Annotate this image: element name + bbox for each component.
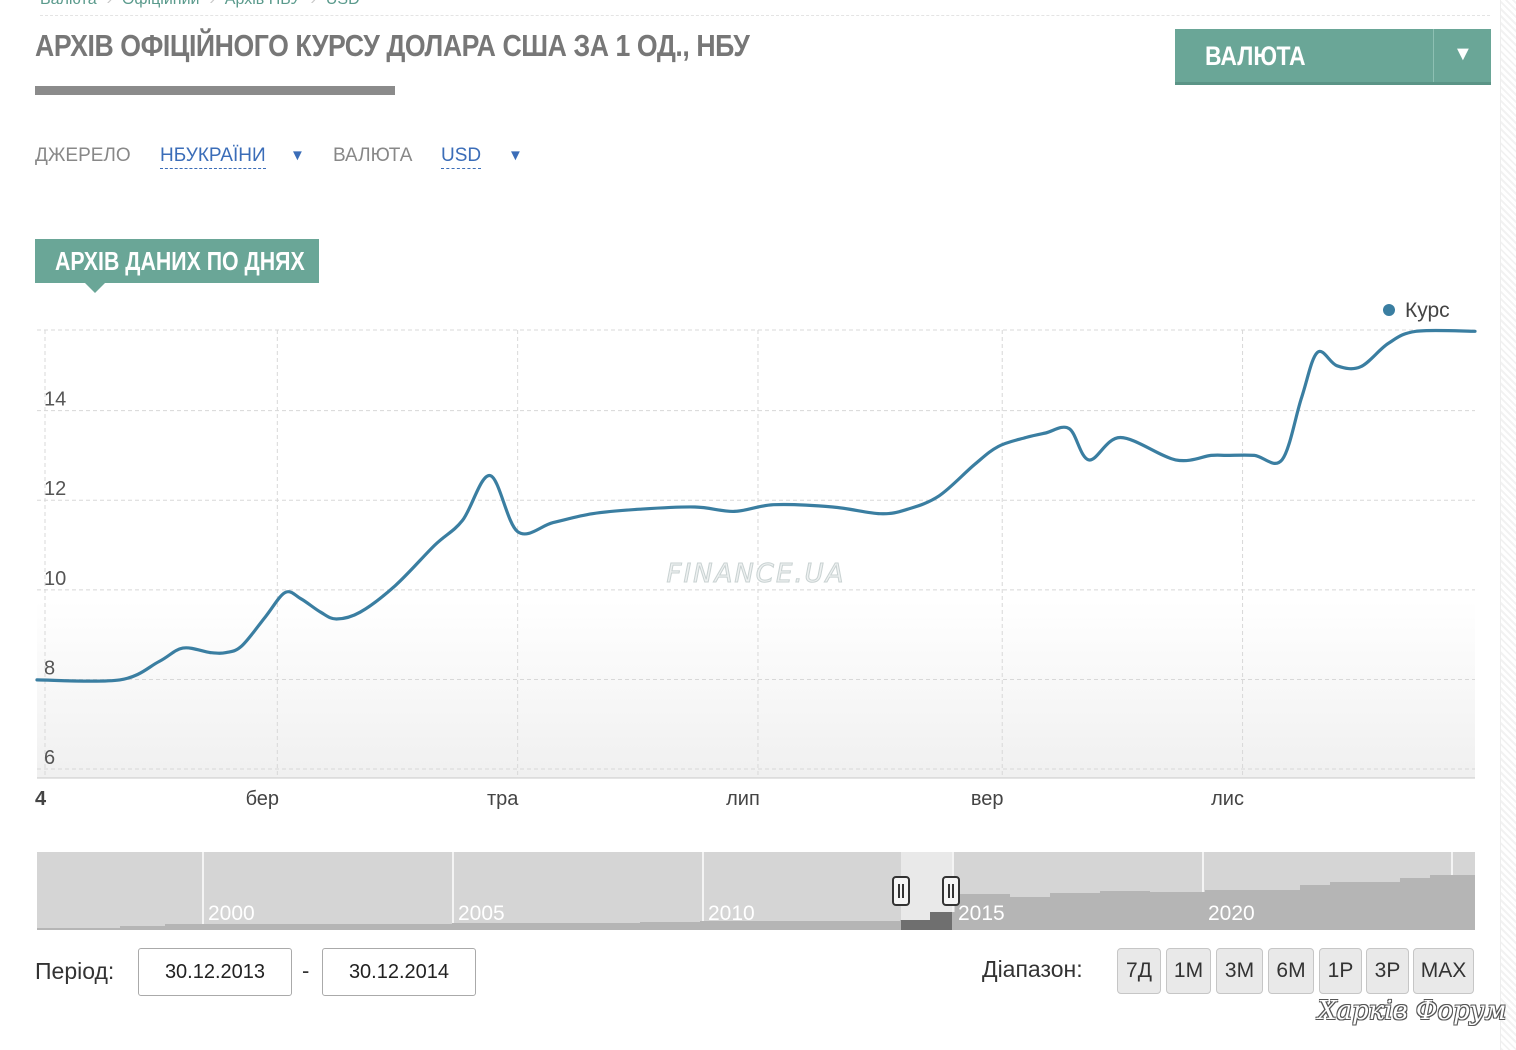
chevron-down-icon: ▼ (1453, 43, 1473, 65)
navigator-year-label: 2015 (958, 902, 1005, 925)
x-tick-label: тра (487, 788, 519, 810)
range-button-6m[interactable]: 6М (1268, 948, 1314, 994)
period-to-input[interactable]: 30.12.2014 (322, 948, 476, 996)
source-chevron-down-icon[interactable]: ▼ (290, 147, 305, 164)
range-navigator[interactable]: 2000 2005 2010 2015 2020 (0, 850, 1500, 935)
breadcrumb-item-nbu-archive[interactable]: Архів НБУ (225, 0, 301, 8)
breadcrumb-item-currency[interactable]: Валюта (40, 0, 97, 8)
breadcrumb: Валюта›Офіційний›Архів НБУ›USD (40, 0, 1490, 16)
legend-label-kurs[interactable]: Курс (1405, 299, 1450, 322)
range-button-3m[interactable]: 3М (1216, 948, 1263, 994)
legend-marker-kurs (1383, 304, 1395, 316)
navigator-year-label: 2000 (208, 902, 255, 925)
range-button-3r[interactable]: 3Р (1366, 948, 1409, 994)
period-dash: - (302, 958, 310, 983)
navigator-year-label: 2020 (1208, 902, 1255, 925)
chart-watermark: FINANCE.UA (667, 559, 846, 589)
page-title: АРХІВ ОФІЦІЙНОГО КУРСУ ДОЛАРА США ЗА 1 О… (35, 28, 750, 63)
tab-daily-archive[interactable]: АРХІВ ДАНИХ ПО ДНЯХ (35, 239, 319, 283)
breadcrumb-item-official[interactable]: Офіційний (122, 0, 200, 8)
navigator-year-label: 2010 (708, 902, 755, 925)
tab-daily-archive-label: АРХІВ ДАНИХ ПО ДНЯХ (55, 246, 305, 276)
y-tick-label: 8 (44, 657, 55, 679)
x-tick-label: бер (246, 788, 279, 810)
range-button-7d[interactable]: 7Д (1117, 948, 1161, 994)
y-tick-label: 14 (44, 389, 66, 411)
range-button-1m[interactable]: 1М (1166, 948, 1211, 994)
breadcrumb-item-usd[interactable]: USD (326, 0, 360, 8)
currency-chevron-down-icon[interactable]: ▼ (508, 147, 523, 164)
currency-dropdown-label: ВАЛЮТА (1205, 41, 1306, 71)
site-watermark: Харків Форум (1318, 996, 1507, 1026)
exchange-rate-chart[interactable]: FINANCE.UA 6 8 10 12 14 4 бер тра лип вер лис Кур… (0, 290, 1500, 820)
right-scroll-rail (1500, 0, 1516, 1050)
currency-select[interactable]: USD (441, 145, 482, 169)
dropdown-divider (1433, 29, 1434, 82)
range-button-max[interactable]: MAX (1413, 948, 1474, 994)
x-tick-label: вер (971, 788, 1004, 810)
x-tick-label: лис (1211, 788, 1244, 810)
y-tick-label: 6 (44, 747, 55, 769)
plot-lower-band (37, 600, 1475, 778)
currency-dropdown-button[interactable]: ВАЛЮТА ▼ (1175, 29, 1491, 85)
y-tick-label: 12 (44, 478, 66, 500)
navigator-handle-right[interactable] (942, 876, 960, 906)
period-label: Період: (35, 958, 115, 984)
title-underline (35, 86, 395, 95)
navigator-handle-left[interactable] (892, 876, 910, 906)
x-tick-label: лип (726, 788, 760, 810)
source-label: ДЖЕРЕЛО (35, 145, 131, 166)
range-label: Діапазон: (982, 956, 1083, 982)
x-tick-label: 4 (35, 788, 47, 810)
range-button-1r[interactable]: 1Р (1319, 948, 1362, 994)
period-from-input[interactable]: 30.12.2013 (138, 948, 292, 996)
y-tick-label: 10 (44, 568, 66, 590)
currency-label: ВАЛЮТА (333, 145, 413, 166)
navigator-year-label: 2005 (458, 902, 505, 925)
source-select[interactable]: НБУКРАЇНИ (160, 145, 266, 169)
